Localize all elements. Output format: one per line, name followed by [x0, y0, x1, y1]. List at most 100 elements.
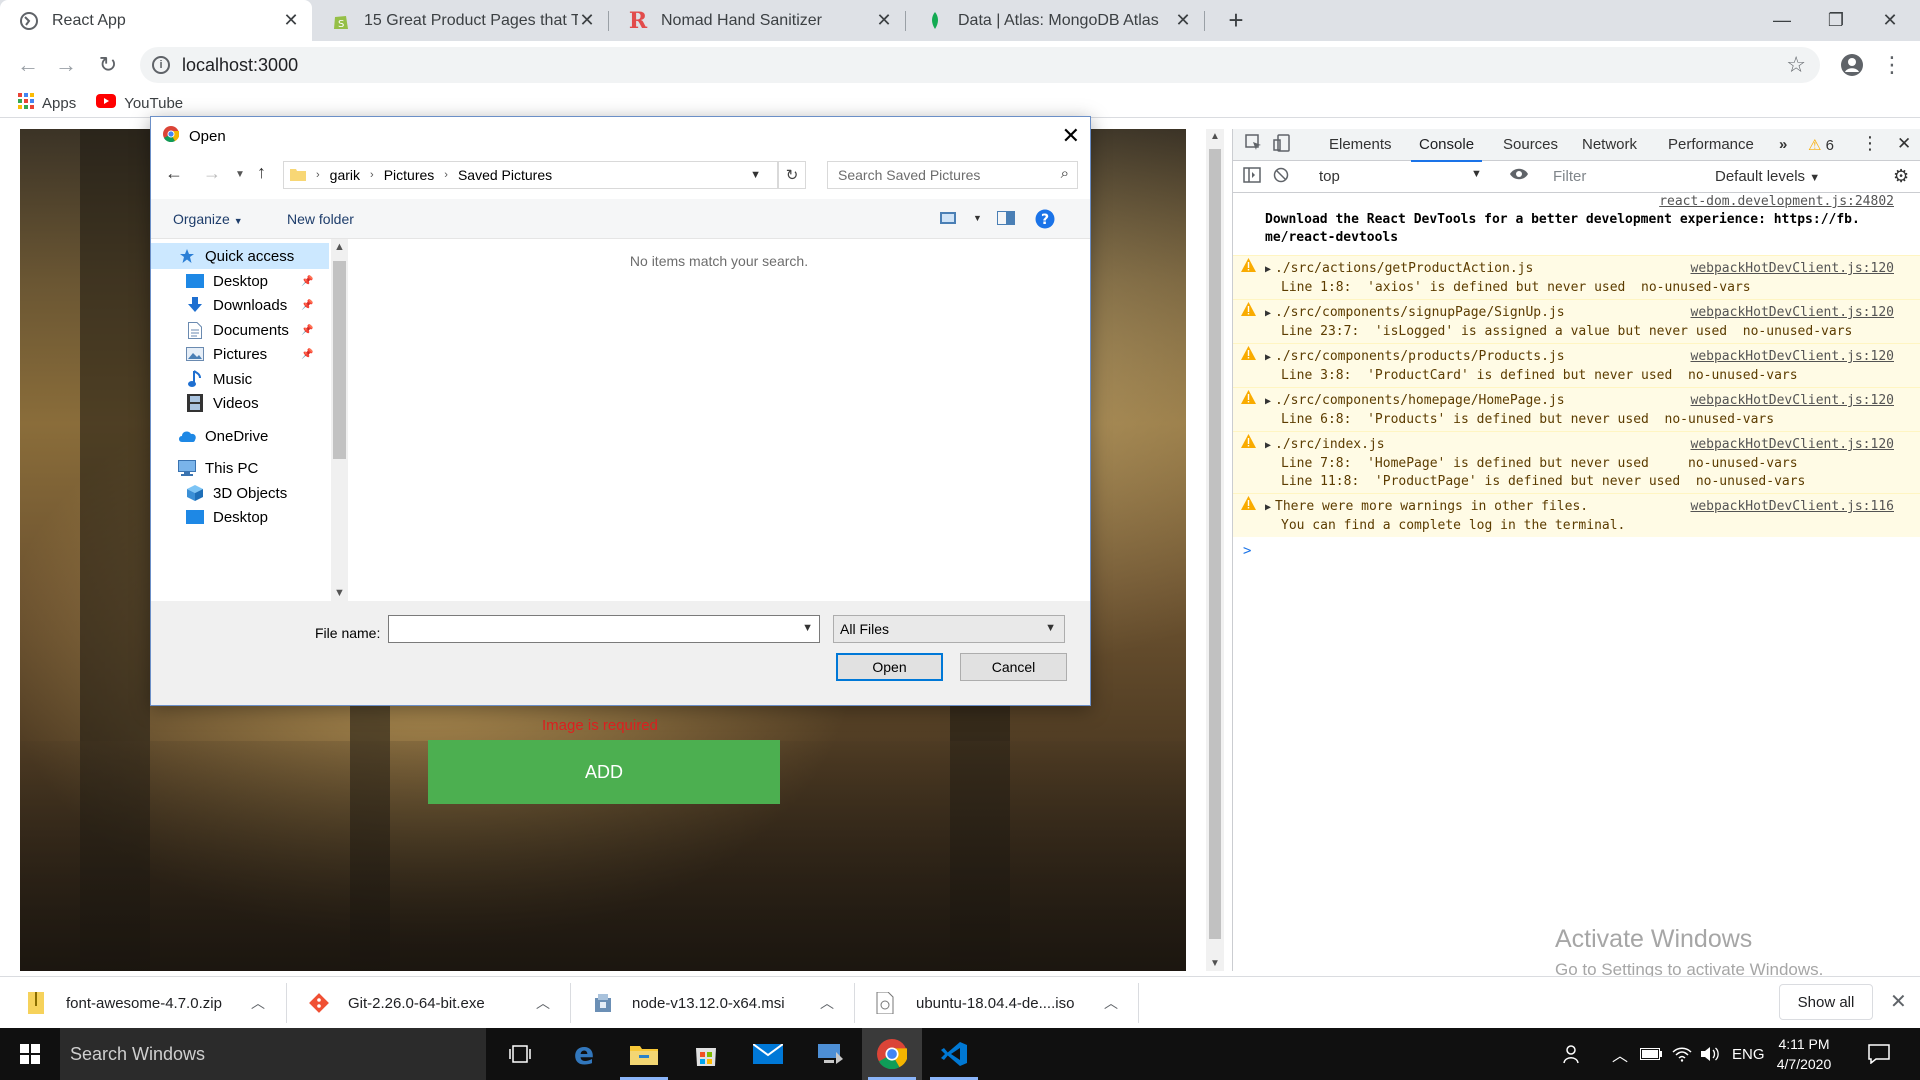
tab-nomad-hand-sanitizer[interactable]: R Nomad Hand Sanitizer ✕ — [609, 0, 905, 41]
bookmark-youtube[interactable]: YouTube — [96, 94, 183, 112]
page-scrollbar[interactable]: ▲ ▼ — [1206, 129, 1224, 971]
scroll-down-arrow-icon[interactable]: ▼ — [1206, 958, 1224, 969]
console-source-link[interactable]: webpackHotDevClient.js:120 — [1691, 304, 1895, 322]
microsoft-store-icon[interactable] — [676, 1028, 736, 1080]
up-folder-arrow-icon[interactable]: ↑ — [257, 162, 266, 183]
tab-close-icon[interactable]: ✕ — [282, 10, 300, 31]
tab-close-icon[interactable]: ✕ — [875, 10, 893, 31]
back-arrow-icon[interactable]: ← — [12, 49, 44, 81]
scroll-down-arrow-icon[interactable]: ▼ — [331, 587, 348, 599]
nav-item-downloads[interactable]: Downloads 📌 — [151, 292, 329, 318]
download-options-chevron-icon[interactable]: ︿ — [820, 993, 834, 1013]
devtools-tab-network[interactable]: Network — [1582, 136, 1637, 153]
people-icon[interactable] — [1562, 1028, 1584, 1080]
console-warning-message[interactable]: ▶ ./src/index.js Line 7:8: 'HomePage' is d… — [1233, 431, 1920, 493]
scroll-up-arrow-icon[interactable]: ▲ — [1206, 131, 1224, 142]
nav-item-music[interactable]: Music — [151, 366, 329, 392]
console-source-link[interactable]: webpackHotDevClient.js:116 — [1691, 498, 1895, 516]
download-options-chevron-icon[interactable]: ︿ — [1104, 993, 1118, 1013]
warning-counter[interactable]: ⚠ 6 — [1808, 136, 1834, 154]
breadcrumb-garik[interactable]: garik — [330, 167, 360, 183]
dialog-refresh-icon[interactable]: ↻ — [778, 161, 806, 189]
scroll-up-arrow-icon[interactable]: ▲ — [331, 241, 348, 253]
add-button[interactable]: ADD — [428, 740, 780, 804]
download-item-font-awesome[interactable]: font-awesome-4.7.0.zip ︿ — [26, 977, 276, 1029]
console-settings-gear-icon[interactable]: ⚙ — [1893, 166, 1909, 187]
nav-item-videos[interactable]: Videos — [151, 390, 329, 416]
console-warning-message[interactable]: ▶ ./src/components/homepage/HomePage.js Li… — [1233, 387, 1920, 431]
nav-item-desktop[interactable]: Desktop 📌 — [151, 268, 329, 294]
tab-close-icon[interactable]: ✕ — [578, 10, 596, 31]
expand-triangle-icon[interactable]: ▶ — [1265, 440, 1271, 451]
dialog-forward-arrow-icon[interactable]: → — [203, 163, 221, 184]
nav-item-onedrive[interactable]: OneDrive — [151, 423, 329, 449]
expand-triangle-icon[interactable]: ▶ — [1265, 352, 1271, 363]
devtools-tab-elements[interactable]: Elements — [1329, 136, 1392, 153]
close-shelf-icon[interactable]: ✕ — [1890, 989, 1907, 1014]
devtools-tab-console[interactable]: Console — [1410, 136, 1483, 162]
file-name-input[interactable]: ▼ — [388, 615, 820, 643]
address-dropdown-icon[interactable]: ▼ — [750, 169, 761, 181]
execution-context-select[interactable]: top — [1319, 168, 1340, 185]
nav-item-this-pc[interactable]: This PC — [151, 455, 329, 481]
devtools-tab-sources[interactable]: Sources — [1503, 136, 1558, 153]
nav-item-documents[interactable]: Documents 📌 — [151, 317, 329, 343]
chrome-menu-icon[interactable]: ⋮ — [1876, 49, 1908, 81]
expand-triangle-icon[interactable]: ▶ — [1265, 396, 1271, 407]
file-explorer-icon[interactable] — [614, 1028, 674, 1080]
expand-triangle-icon[interactable]: ▶ — [1265, 308, 1271, 319]
download-item-git[interactable]: Git-2.26.0-64-bit.exe ︿ — [308, 977, 558, 1029]
breadcrumb-saved-pictures[interactable]: Saved Pictures — [458, 167, 552, 183]
tray-chevron-up-icon[interactable]: ︿ — [1612, 1028, 1628, 1080]
device-toolbar-icon[interactable] — [1273, 134, 1291, 156]
remote-desktop-icon[interactable] — [800, 1028, 860, 1080]
console-warning-message[interactable]: ▶ ./src/actions/getProductAction.js Line 1… — [1233, 255, 1920, 299]
download-options-chevron-icon[interactable]: ︿ — [536, 993, 550, 1013]
input-language-indicator[interactable]: ENG — [1732, 1028, 1765, 1080]
more-tabs-chevron-icon[interactable]: » — [1779, 136, 1787, 153]
scrollbar-thumb[interactable] — [1209, 149, 1221, 939]
dialog-back-arrow-icon[interactable]: ← — [165, 163, 183, 184]
console-info-message[interactable]: Download the React DevTools for a better… — [1233, 193, 1920, 255]
console-source-link[interactable]: webpackHotDevClient.js:120 — [1691, 260, 1895, 278]
close-window-icon[interactable]: ✕ — [1860, 0, 1920, 40]
console-source-link[interactable]: webpackHotDevClient.js:120 — [1691, 392, 1895, 410]
file-list-area[interactable]: No items match your search. — [348, 239, 1090, 601]
console-warning-message[interactable]: ▶ ./src/components/signupPage/SignUp.js Li… — [1233, 299, 1920, 343]
reload-icon[interactable]: ↻ — [92, 49, 124, 81]
wifi-icon[interactable] — [1672, 1028, 1692, 1080]
minimize-icon[interactable]: — — [1752, 0, 1812, 40]
address-bar[interactable]: i localhost:3000 ☆ — [140, 47, 1820, 83]
expand-triangle-icon[interactable]: ▶ — [1265, 264, 1271, 275]
nav-item-pictures[interactable]: Pictures 📌 — [151, 341, 329, 367]
scrollbar-thumb[interactable] — [333, 261, 346, 459]
change-view-icon[interactable] — [940, 211, 958, 228]
mail-icon[interactable] — [738, 1028, 798, 1080]
console-warning-message[interactable]: ▶ There were more warnings in other files… — [1233, 493, 1920, 537]
context-dropdown-icon[interactable]: ▼ — [1471, 168, 1482, 180]
action-center-icon[interactable] — [1868, 1028, 1890, 1080]
bookmark-star-icon[interactable]: ☆ — [1786, 52, 1806, 78]
clear-console-icon[interactable] — [1273, 167, 1289, 187]
live-expression-eye-icon[interactable] — [1509, 166, 1529, 186]
show-all-downloads-button[interactable]: Show all — [1779, 984, 1873, 1020]
console-prompt-chevron[interactable]: > — [1243, 543, 1251, 559]
tab-product-pages[interactable]: S 15 Great Product Pages that Turn ✕ — [312, 0, 608, 41]
vscode-icon[interactable] — [924, 1028, 984, 1080]
log-levels-select[interactable]: Default levels ▼ — [1715, 168, 1820, 185]
console-warning-message[interactable]: ▶ ./src/components/products/Products.js Li… — [1233, 343, 1920, 387]
edge-browser-icon[interactable]: e — [554, 1028, 614, 1080]
battery-icon[interactable] — [1640, 1028, 1662, 1080]
console-source-link[interactable]: react-dom.development.js:24802 — [1659, 193, 1894, 211]
new-tab-plus-icon[interactable]: + — [1222, 6, 1250, 34]
devtools-close-icon[interactable]: ✕ — [1897, 134, 1911, 154]
recent-locations-chevron-icon[interactable]: ▼ — [235, 169, 245, 180]
show-sidebar-icon[interactable] — [1243, 167, 1261, 187]
restore-window-icon[interactable]: ❐ — [1806, 0, 1866, 40]
inspect-element-icon[interactable] — [1245, 134, 1263, 156]
console-filter-input[interactable]: Filter — [1545, 164, 1709, 188]
taskbar-clock[interactable]: 4:11 PM 4/7/2020 — [1762, 1034, 1846, 1074]
devtools-tab-performance[interactable]: Performance — [1668, 136, 1754, 153]
preview-pane-icon[interactable] — [997, 211, 1015, 228]
task-view-icon[interactable] — [490, 1028, 550, 1080]
